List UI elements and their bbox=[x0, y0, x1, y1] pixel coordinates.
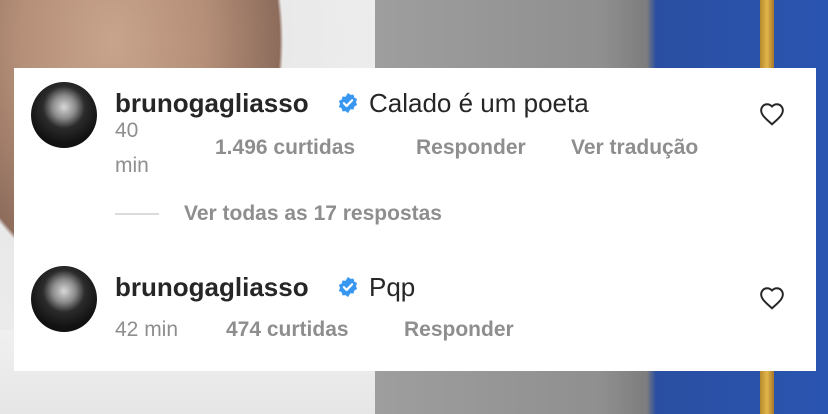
comment-username[interactable]: brunogagliasso bbox=[115, 88, 309, 119]
comment-time-unit: min bbox=[115, 154, 149, 177]
translate-button[interactable]: Ver tradução bbox=[571, 136, 698, 160]
comment-time: 42 min bbox=[115, 318, 179, 341]
comment-text: Calado é um poeta bbox=[369, 88, 589, 118]
avatar[interactable] bbox=[31, 82, 97, 148]
comment-time: 40 bbox=[115, 119, 139, 142]
verified-badge-icon bbox=[338, 276, 358, 298]
comments-panel: brunogagliasso Calado é um poeta 40 min … bbox=[14, 68, 816, 371]
replies-divider bbox=[115, 213, 159, 215]
avatar[interactable] bbox=[31, 266, 97, 332]
comment-likes[interactable]: 474 curtidas bbox=[226, 318, 349, 342]
reply-button[interactable]: Responder bbox=[416, 136, 526, 160]
reply-button[interactable]: Responder bbox=[404, 318, 514, 342]
comment-text: Pqp bbox=[369, 272, 416, 302]
comment-likes[interactable]: 1.496 curtidas bbox=[215, 136, 355, 160]
heart-icon[interactable] bbox=[759, 286, 785, 310]
comment-username[interactable]: brunogagliasso bbox=[115, 272, 309, 303]
comment-1: brunogagliasso Calado é um poeta 40 min … bbox=[14, 68, 816, 208]
view-replies-link[interactable]: Ver todas as 17 respostas bbox=[184, 202, 442, 226]
comment-2: brunogagliasso Pqp 42 min 474 curtidas R… bbox=[14, 254, 816, 364]
heart-icon[interactable] bbox=[759, 102, 785, 126]
verified-badge-icon bbox=[338, 92, 358, 114]
